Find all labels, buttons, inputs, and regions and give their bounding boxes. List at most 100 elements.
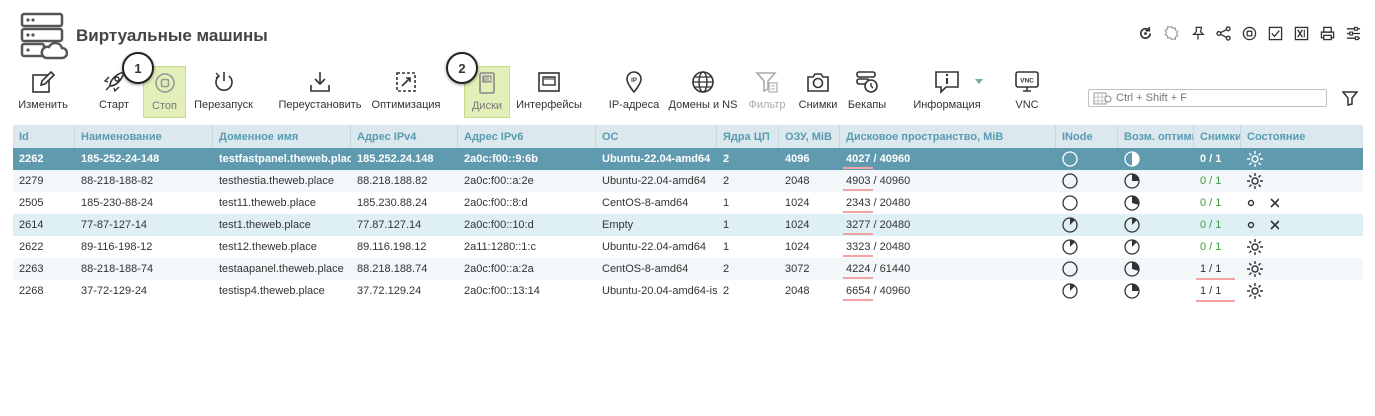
backup-clock-icon <box>851 66 883 98</box>
cell-optimize <box>1118 236 1194 258</box>
cell-state <box>1241 214 1363 236</box>
cell-ipv6: 2a0c:f00::a:2e <box>464 175 534 187</box>
pin-icon[interactable] <box>1190 24 1205 42</box>
refresh-icon[interactable] <box>1138 24 1153 42</box>
cell-os: Ubuntu-22.04-amd64 <box>602 175 706 187</box>
cell-ram: 2048 <box>785 285 810 297</box>
table-row[interactable]: 2614 77-87-127-14 test1.theweb.place 77.87.… <box>13 214 1363 236</box>
cell-disk: 3323 / 20480 <box>840 236 1056 258</box>
cell-disk: 4027 / 40960 <box>840 148 1056 170</box>
table-row[interactable]: 2505 185-230-88-24 test11.theweb.place 185.… <box>13 192 1363 214</box>
cell-domain: test11.theweb.place <box>219 197 317 209</box>
col-snapshots[interactable]: Снимки <box>1194 125 1241 148</box>
cell-disk: 6654 / 40960 <box>840 280 1056 302</box>
domains-ns-button[interactable]: Домены и NS <box>668 66 738 118</box>
cell-os: Empty <box>602 219 634 231</box>
cell-cpu: 2 <box>723 175 730 187</box>
optimize-pie-icon <box>1124 239 1140 255</box>
table-row[interactable]: 2263 88-218-188-74 testaapanel.theweb.plac… <box>13 258 1363 280</box>
cell-ipv4: 185.230.88.24 <box>357 197 428 209</box>
caret-down-icon <box>963 66 995 98</box>
camera-icon <box>802 66 834 98</box>
cell-id: 2505 <box>19 197 44 209</box>
cell-inode <box>1056 258 1118 280</box>
cell-inode <box>1056 280 1118 302</box>
col-name[interactable]: Наименование <box>75 125 213 148</box>
search-input[interactable] <box>1116 92 1316 104</box>
interfaces-button[interactable]: Интерфейсы <box>514 66 584 118</box>
disk-total: / 40960 <box>873 153 911 165</box>
restart-button[interactable]: Перезапуск <box>192 66 255 118</box>
snapshot-count: 0 / 1 <box>1200 153 1222 165</box>
excel-export-icon[interactable] <box>1294 24 1309 42</box>
server-cloud-logo-icon <box>20 12 68 60</box>
settings-gear-icon[interactable] <box>1164 24 1179 42</box>
sliders-icon[interactable] <box>1346 24 1361 42</box>
cell-cpu: 1 <box>723 219 730 231</box>
vnc-button[interactable]: VNC VNC <box>1008 66 1046 118</box>
inode-usage-pie-icon <box>1062 195 1078 211</box>
cell-os: CentOS-8-amd64 <box>602 197 689 209</box>
share-icon[interactable] <box>1216 24 1231 42</box>
table-row[interactable]: 2268 37-72-129-24 testisp4.theweb.place 37.… <box>13 280 1363 302</box>
snapshot-count: 0 / 1 <box>1200 197 1222 209</box>
snapshot-count: 1 / 1 <box>1195 263 1237 280</box>
reinstall-button[interactable]: Переустановить <box>276 66 364 118</box>
backups-button[interactable]: Бекапы <box>846 66 888 118</box>
col-optimize[interactable]: Возм. оптими <box>1118 125 1194 148</box>
inode-usage-pie-icon <box>1062 217 1078 233</box>
col-id[interactable]: Id <box>13 125 75 148</box>
cell-snapshots: 0 / 1 <box>1194 170 1241 192</box>
table-row[interactable]: 2279 88-218-188-82 testhestia.theweb.place… <box>13 170 1363 192</box>
running-sun-icon <box>1247 261 1263 277</box>
optimize-pie-icon <box>1124 217 1140 233</box>
globe-icon <box>687 66 719 98</box>
cell-cpu: 1 <box>723 241 730 253</box>
cell-state <box>1241 280 1363 302</box>
cell-id: 2263 <box>19 263 44 275</box>
cell-ipv6: 2a0c:f00::a:2a <box>464 263 534 275</box>
disk-used: 4027 <box>842 153 875 169</box>
stop-circle-icon[interactable] <box>1242 24 1257 42</box>
col-ipv4[interactable]: Адрес IPv4 <box>351 125 458 148</box>
checklist-icon[interactable] <box>1268 24 1283 42</box>
col-disk[interactable]: Дисковое пространство, MiB <box>840 125 1056 148</box>
cell-optimize <box>1118 148 1194 170</box>
snapshots-button[interactable]: Снимки <box>797 66 839 118</box>
disk-used: 2343 <box>842 197 875 213</box>
cell-optimize <box>1118 258 1194 280</box>
cell-snapshots: 1 / 1 <box>1194 280 1241 302</box>
search-box[interactable] <box>1088 89 1327 107</box>
cell-ram: 2048 <box>785 175 810 187</box>
filter-button[interactable]: Фильтр <box>746 66 788 118</box>
col-os[interactable]: ОС <box>596 125 717 148</box>
col-cpu[interactable]: Ядра ЦП <box>717 125 779 148</box>
snapshot-count: 1 / 1 <box>1195 285 1237 302</box>
print-icon[interactable] <box>1320 24 1335 42</box>
optimize-button[interactable]: Оптимизация <box>370 66 442 118</box>
optimize-frame-icon <box>390 66 422 98</box>
cell-ipv4: 37.72.129.24 <box>357 285 422 297</box>
col-ram[interactable]: ОЗУ, MiB <box>779 125 840 148</box>
optimize-pie-icon <box>1124 195 1140 211</box>
ip-addresses-button[interactable]: IP IP-адреса <box>606 66 662 118</box>
cell-snapshots: 1 / 1 <box>1194 258 1241 280</box>
table-row[interactable]: 2262 185-252-24-148 testfastpanel.theweb.p… <box>13 148 1363 170</box>
col-ipv6[interactable]: Адрес IPv6 <box>458 125 596 148</box>
cell-state <box>1241 170 1363 192</box>
cell-domain: testaapanel.theweb.place <box>219 263 344 275</box>
col-state[interactable]: Состояние <box>1241 125 1363 148</box>
edit-button[interactable]: Изменить <box>14 66 72 118</box>
cell-ipv4: 77.87.127.14 <box>357 219 422 231</box>
col-inode[interactable]: INode <box>1056 125 1118 148</box>
col-domain[interactable]: Доменное имя <box>213 125 351 148</box>
cell-id: 2262 <box>19 153 44 165</box>
table-filter-icon[interactable] <box>1341 90 1359 111</box>
cell-inode <box>1056 192 1118 214</box>
cell-id: 2268 <box>19 285 44 297</box>
info-dropdown-toggle[interactable] <box>972 66 986 118</box>
filter-funnel-icon <box>751 66 783 98</box>
table-row[interactable]: 2622 89-116-198-12 test12.theweb.place 89.1… <box>13 236 1363 258</box>
cell-cpu: 2 <box>723 285 730 297</box>
cell-os: CentOS-8-amd64 <box>602 263 689 275</box>
